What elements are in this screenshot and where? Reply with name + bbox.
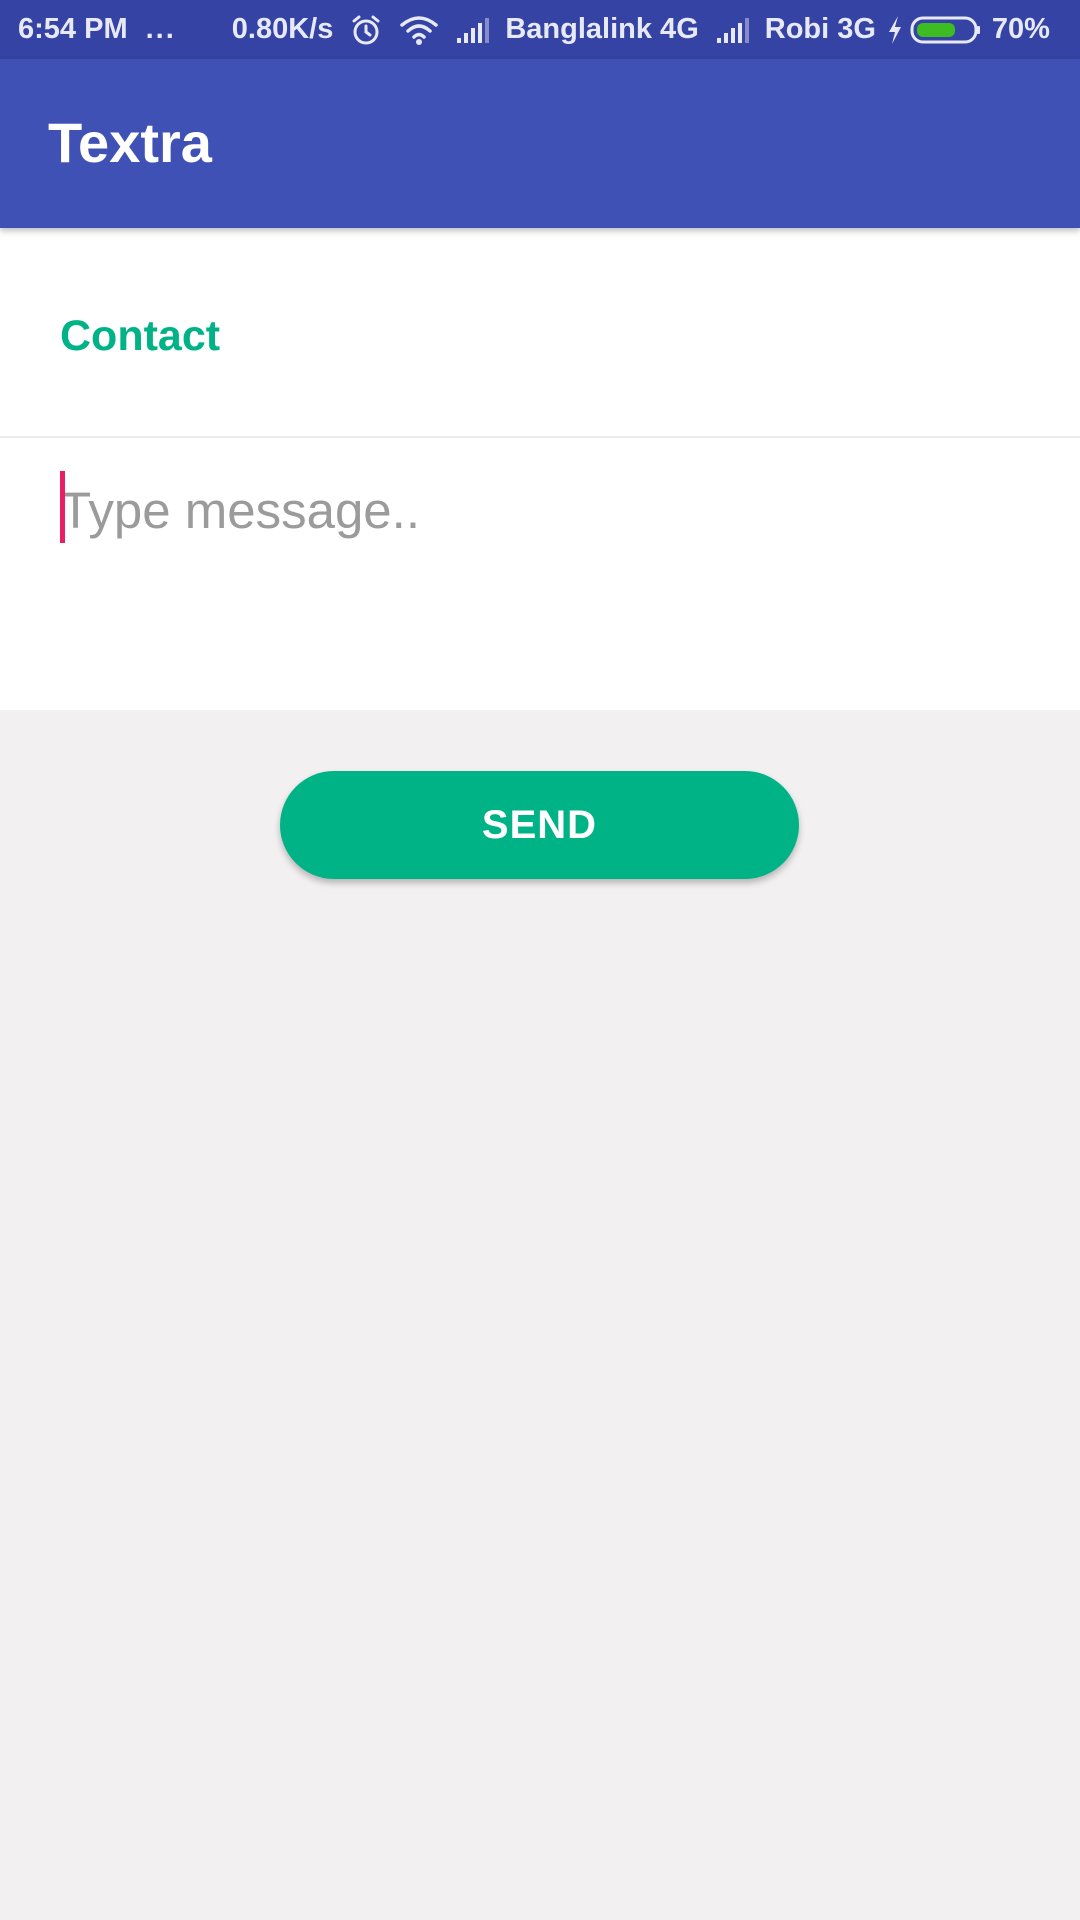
battery-percent: 70% [991,13,1050,45]
network-speed: 0.80K/s [231,13,334,45]
message-area [0,438,1080,710]
signal-icon [455,16,493,44]
status-time: 6:54 PM [18,13,128,45]
more-notifications-indicator: ... [145,13,176,45]
compose-form: Contact [0,228,1080,710]
send-button[interactable]: SEND [280,771,799,879]
text-cursor [60,471,65,543]
carrier-2-label: Robi 3G [764,13,876,45]
app-title: Textra [48,111,212,174]
contact-field[interactable]: Contact [0,228,1080,438]
contact-label: Contact [60,312,221,360]
status-bar: 6:54 PM ... 0.80K/s Banglalink 4G Robi 3… [0,0,1080,59]
signal-icon [715,16,753,44]
charging-icon [886,15,904,45]
carrier-1-label: Banglalink 4G [505,13,699,45]
alarm-icon [349,13,383,47]
app-bar: Textra [0,59,1080,228]
message-input[interactable] [60,470,1020,550]
wifi-icon [399,14,439,46]
battery-icon [910,15,982,45]
